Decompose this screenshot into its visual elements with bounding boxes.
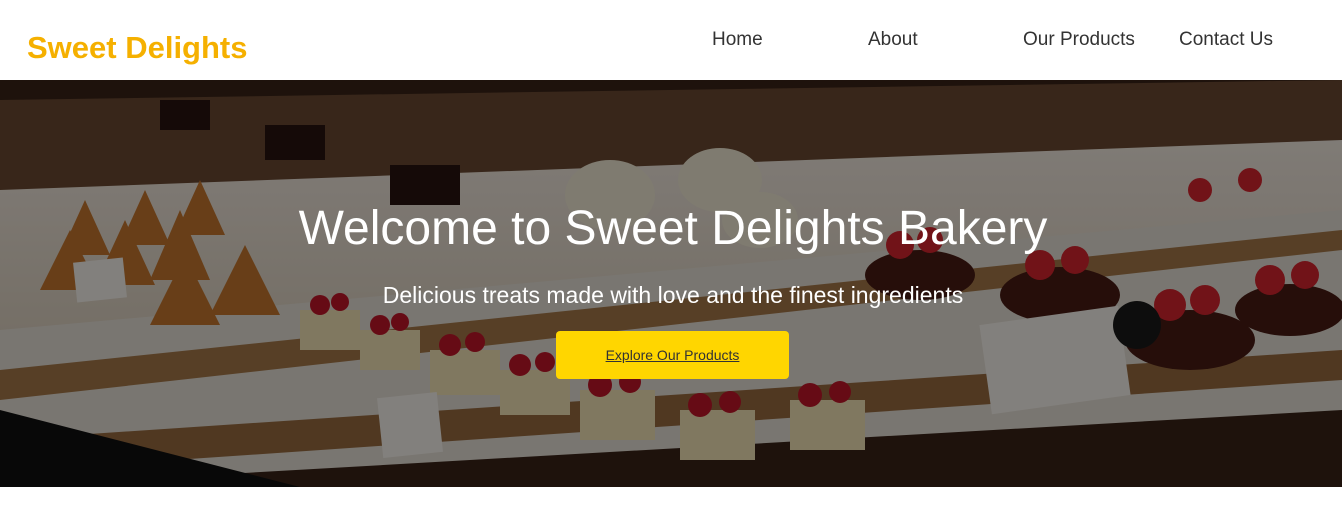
- nav-link-contact-us[interactable]: Contact Us: [1179, 28, 1273, 52]
- nav-link-about[interactable]: About: [868, 28, 918, 52]
- hero-title: Welcome to Sweet Delights Bakery: [298, 202, 1048, 255]
- brand-logo[interactable]: Sweet Delights: [27, 29, 248, 67]
- site-header: Sweet Delights Home About Our Products C…: [0, 0, 1342, 80]
- hero-subtitle: Delicious treats made with love and the …: [382, 282, 964, 308]
- nav-link-our-products[interactable]: Our Products: [1023, 28, 1135, 52]
- explore-products-button[interactable]: Explore Our Products: [556, 331, 789, 379]
- hero-section: Welcome to Sweet Delights Bakery Delicio…: [0, 80, 1342, 487]
- nav-link-home[interactable]: Home: [712, 28, 763, 52]
